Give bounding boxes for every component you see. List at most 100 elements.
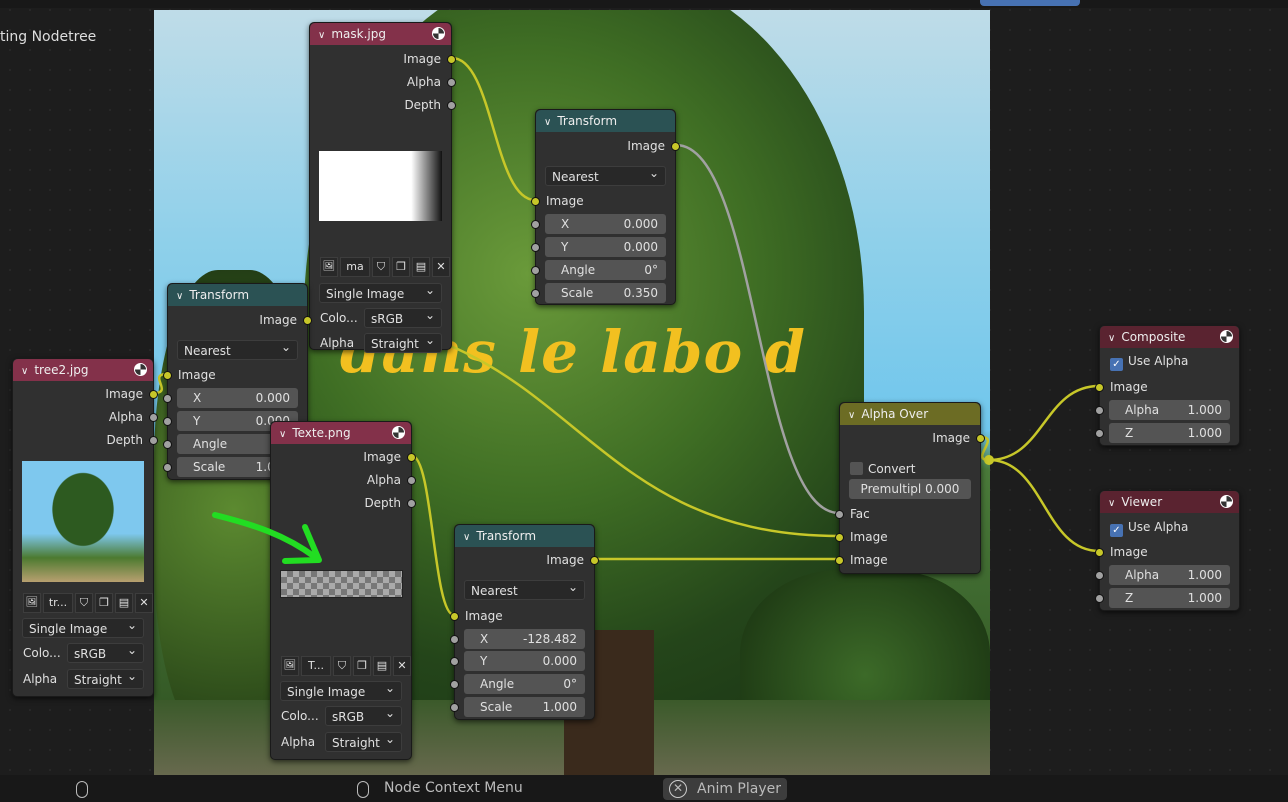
unlink-icon[interactable]: ✕ bbox=[135, 593, 153, 613]
number-field[interactable]: X 0.000 bbox=[545, 214, 666, 234]
number-field[interactable]: Z 1.000 bbox=[1109, 423, 1230, 443]
preview-toggle-icon[interactable] bbox=[432, 27, 445, 40]
field-x[interactable]: X -128.482 bbox=[450, 629, 594, 649]
node-header[interactable]: ∨ Transform bbox=[168, 284, 307, 306]
field-z[interactable]: Z 1.000 bbox=[1095, 588, 1239, 608]
socket-dot[interactable] bbox=[1095, 429, 1104, 438]
premultiply-field[interactable]: Premultipl 0.000 bbox=[840, 479, 980, 499]
dropdown[interactable]: Single Image bbox=[310, 280, 451, 303]
collapse-chevron-icon[interactable]: ∨ bbox=[21, 361, 28, 383]
checkbox[interactable]: ✓ bbox=[1110, 358, 1123, 371]
number-field[interactable]: Z 1.000 bbox=[1109, 588, 1230, 608]
socket-dot[interactable] bbox=[407, 453, 416, 462]
dropdown[interactable]: Single Image bbox=[13, 615, 153, 638]
dropdown[interactable]: Nearest bbox=[168, 337, 307, 360]
node-composite[interactable]: ∨ Composite ✓ Use Alpha Image Alpha 1.000 Z 1.00… bbox=[1095, 325, 1240, 446]
socket-dot[interactable] bbox=[835, 556, 844, 565]
preview-toggle-icon[interactable] bbox=[134, 363, 147, 376]
socket-dot[interactable] bbox=[835, 533, 844, 542]
labeled-dropdown[interactable]: Colo... sRGB bbox=[310, 305, 451, 328]
collapse-chevron-icon[interactable]: ∨ bbox=[318, 25, 325, 47]
node-header[interactable]: ∨ Alpha Over bbox=[840, 403, 980, 425]
node-link[interactable] bbox=[988, 458, 1100, 553]
socket-dot[interactable] bbox=[163, 440, 172, 449]
number-field[interactable]: Angle 0° bbox=[464, 674, 585, 694]
dropdown-value[interactable]: Straight bbox=[67, 666, 144, 689]
open-icon[interactable]: ▤ bbox=[412, 257, 430, 277]
field-value[interactable]: 1.000 bbox=[1188, 423, 1222, 443]
socket-dot[interactable] bbox=[531, 243, 540, 252]
socket-dot[interactable] bbox=[149, 413, 158, 422]
node-tree2[interactable]: ∨ tree2.jpg Image Alpha Depth 🖼 tr... ⛉ ❐ ▤ ✕ Singl… bbox=[12, 358, 158, 697]
socket-dot[interactable] bbox=[531, 197, 540, 206]
image-selector[interactable]: 🖼 tr... ⛉ ❐ ▤ ✕ bbox=[13, 593, 153, 613]
node-alpha-over[interactable]: ∨Alpha OverImageConvert Premulti...Premu… bbox=[835, 402, 985, 574]
node-link[interactable] bbox=[988, 384, 1100, 462]
preview-toggle-icon[interactable] bbox=[1220, 330, 1233, 343]
field-value[interactable]: 0.000 bbox=[624, 214, 658, 234]
socket-dot[interactable] bbox=[835, 510, 844, 519]
dropdown-value[interactable]: Single Image bbox=[22, 615, 144, 638]
collapse-chevron-icon[interactable]: ∨ bbox=[848, 405, 855, 427]
socket-dot[interactable] bbox=[149, 390, 158, 399]
anim-player-button[interactable]: ✕ Anim Player bbox=[663, 778, 787, 800]
socket-dot[interactable] bbox=[1095, 571, 1104, 580]
field-alpha[interactable]: Alpha 1.000 bbox=[1095, 565, 1239, 585]
image-name[interactable]: tr... bbox=[43, 593, 73, 613]
collapse-chevron-icon[interactable]: ∨ bbox=[544, 112, 551, 134]
open-icon[interactable]: ▤ bbox=[115, 593, 133, 613]
collapse-chevron-icon[interactable]: ∨ bbox=[1108, 328, 1115, 350]
socket-dot[interactable] bbox=[1095, 548, 1104, 557]
node-texte[interactable]: ∨ Texte.png Image Alpha Depth 🖼 T... ⛉ ❐ ▤ ✕ Single… bbox=[270, 421, 416, 760]
field-value[interactable]: 0° bbox=[563, 674, 577, 694]
socket-dot[interactable] bbox=[163, 394, 172, 403]
field-x[interactable]: X 0.000 bbox=[163, 388, 307, 408]
node-transform-top[interactable]: ∨ Transform Image Nearest Image X 0.000 Y 0.000 A… bbox=[531, 109, 680, 305]
field-angle[interactable]: Angle 0° bbox=[450, 674, 594, 694]
socket-dot[interactable] bbox=[450, 680, 459, 689]
number-field[interactable]: Y 0.000 bbox=[464, 651, 585, 671]
socket-dot[interactable] bbox=[1095, 594, 1104, 603]
socket-dot[interactable] bbox=[450, 703, 459, 712]
checkbox-use-alpha[interactable]: ✓ Use Alpha bbox=[1100, 351, 1239, 371]
number-field[interactable]: X -128.482 bbox=[464, 629, 585, 649]
socket-dot[interactable] bbox=[447, 78, 456, 87]
socket-dot[interactable] bbox=[531, 289, 540, 298]
socket-dot[interactable] bbox=[450, 635, 459, 644]
dropdown-value[interactable]: sRGB bbox=[325, 703, 402, 726]
socket-dot[interactable] bbox=[1095, 383, 1104, 392]
fake-user-icon[interactable]: ⛉ bbox=[372, 257, 390, 277]
number-field[interactable]: Premultipl 0.000 bbox=[849, 479, 971, 499]
dropdown[interactable]: Single Image bbox=[271, 678, 411, 701]
dropdown-value[interactable]: Straight bbox=[325, 729, 402, 752]
labeled-dropdown[interactable]: Alpha Straight bbox=[271, 729, 411, 752]
socket-dot[interactable] bbox=[450, 612, 459, 621]
socket-dot[interactable] bbox=[163, 371, 172, 380]
socket-dot[interactable] bbox=[447, 55, 456, 64]
labeled-dropdown[interactable]: Alpha Straight bbox=[13, 666, 153, 689]
field-value[interactable]: -128.482 bbox=[523, 629, 577, 649]
preview-toggle-icon[interactable] bbox=[1220, 495, 1233, 508]
field-y[interactable]: Y 0.000 bbox=[531, 237, 675, 257]
dropdown-value[interactable]: Nearest bbox=[464, 577, 585, 600]
collapse-chevron-icon[interactable]: ∨ bbox=[1108, 493, 1115, 515]
field-value[interactable]: 0.000 bbox=[256, 388, 290, 408]
image-selector[interactable]: 🖼 T... ⛉ ❐ ▤ ✕ bbox=[271, 656, 411, 676]
duplicate-icon[interactable]: ❐ bbox=[95, 593, 113, 613]
node-transform-bottom[interactable]: ∨ Transform Image Nearest Image X -128.482 Y 0.0… bbox=[450, 524, 599, 720]
dropdown-value[interactable]: Single Image bbox=[319, 280, 442, 303]
duplicate-icon[interactable]: ❐ bbox=[353, 656, 371, 676]
checkbox-convert-premulti-[interactable]: Convert Premulti... bbox=[840, 459, 980, 496]
field-y[interactable]: Y 0.000 bbox=[450, 651, 594, 671]
labeled-dropdown[interactable]: Colo... sRGB bbox=[271, 703, 411, 726]
number-field[interactable]: Angle 0° bbox=[545, 260, 666, 280]
socket-dot[interactable] bbox=[590, 556, 599, 565]
field-value[interactable]: 1.000 bbox=[1188, 400, 1222, 420]
dropdown[interactable]: Nearest bbox=[536, 163, 675, 186]
socket-dot[interactable] bbox=[447, 101, 456, 110]
fake-user-icon[interactable]: ⛉ bbox=[75, 593, 93, 613]
number-field[interactable]: Scale 1.000 bbox=[464, 697, 585, 717]
field-value[interactable]: 1.000 bbox=[1188, 565, 1222, 585]
field-z[interactable]: Z 1.000 bbox=[1095, 423, 1239, 443]
field-value[interactable]: 0.000 bbox=[624, 237, 658, 257]
